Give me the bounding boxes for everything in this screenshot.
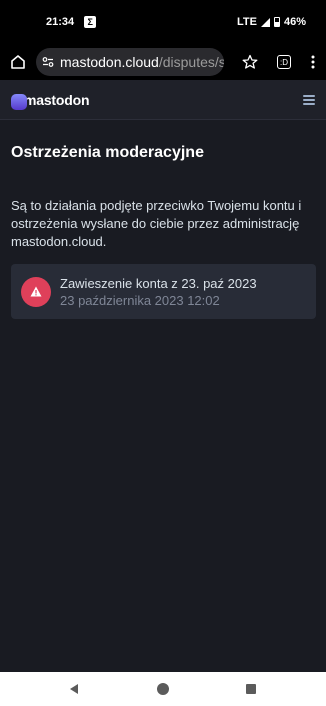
signal-icon bbox=[260, 17, 270, 27]
mastodon-logo-icon bbox=[11, 93, 27, 110]
warning-icon bbox=[21, 276, 51, 307]
url-domain: mastodon.cloud bbox=[60, 54, 159, 70]
browser-toolbar: mastodon.cloud/disputes/s :D bbox=[0, 44, 326, 80]
recents-icon[interactable] bbox=[246, 684, 256, 694]
logo-text: mastodon bbox=[24, 91, 90, 108]
battery-percent: 46% bbox=[283, 16, 306, 28]
strike-details: Zawieszenie konta z 23. paź 2023 23 paźd… bbox=[60, 275, 257, 309]
status-time: 21:34 bbox=[46, 16, 75, 28]
url-path: /disputes/s bbox=[158, 54, 224, 70]
hamburger-menu-icon[interactable] bbox=[303, 94, 315, 105]
site-settings-icon[interactable] bbox=[42, 56, 54, 68]
status-bar: 21:34 Σ LTE 46% bbox=[0, 0, 326, 44]
tabs-count: :D bbox=[277, 55, 291, 69]
back-icon[interactable] bbox=[68, 683, 80, 695]
page-title: Ostrzeżenia moderacyjne bbox=[11, 144, 204, 161]
home-icon bbox=[11, 55, 25, 69]
address-bar[interactable]: mastodon.cloud/disputes/s bbox=[36, 48, 224, 76]
bookmark-button[interactable] bbox=[235, 47, 265, 77]
more-vertical-icon bbox=[311, 55, 315, 69]
home-button[interactable] bbox=[3, 47, 33, 77]
strike-title: Zawieszenie konta z 23. paź 2023 bbox=[60, 275, 257, 291]
strike-date: 23 października 2023 12:02 bbox=[60, 292, 220, 308]
strike-entry[interactable]: Zawieszenie konta z 23. paź 2023 23 paźd… bbox=[11, 264, 316, 319]
battery-icon bbox=[273, 17, 280, 27]
system-nav-bar bbox=[0, 672, 326, 706]
site-header: mastodon bbox=[0, 80, 326, 120]
intro-text: Są to działania podjęte przeciwko Twojem… bbox=[11, 198, 302, 249]
mastodon-logo[interactable]: mastodon bbox=[11, 90, 89, 110]
status-indicators: LTE 46% bbox=[237, 16, 306, 28]
network-type: LTE bbox=[237, 16, 257, 28]
tabs-button[interactable]: :D bbox=[269, 47, 299, 77]
browser-menu-button[interactable] bbox=[301, 47, 325, 77]
notification-app-icon: Σ bbox=[84, 16, 97, 28]
star-icon bbox=[242, 54, 258, 69]
home-nav-icon[interactable] bbox=[157, 683, 169, 695]
